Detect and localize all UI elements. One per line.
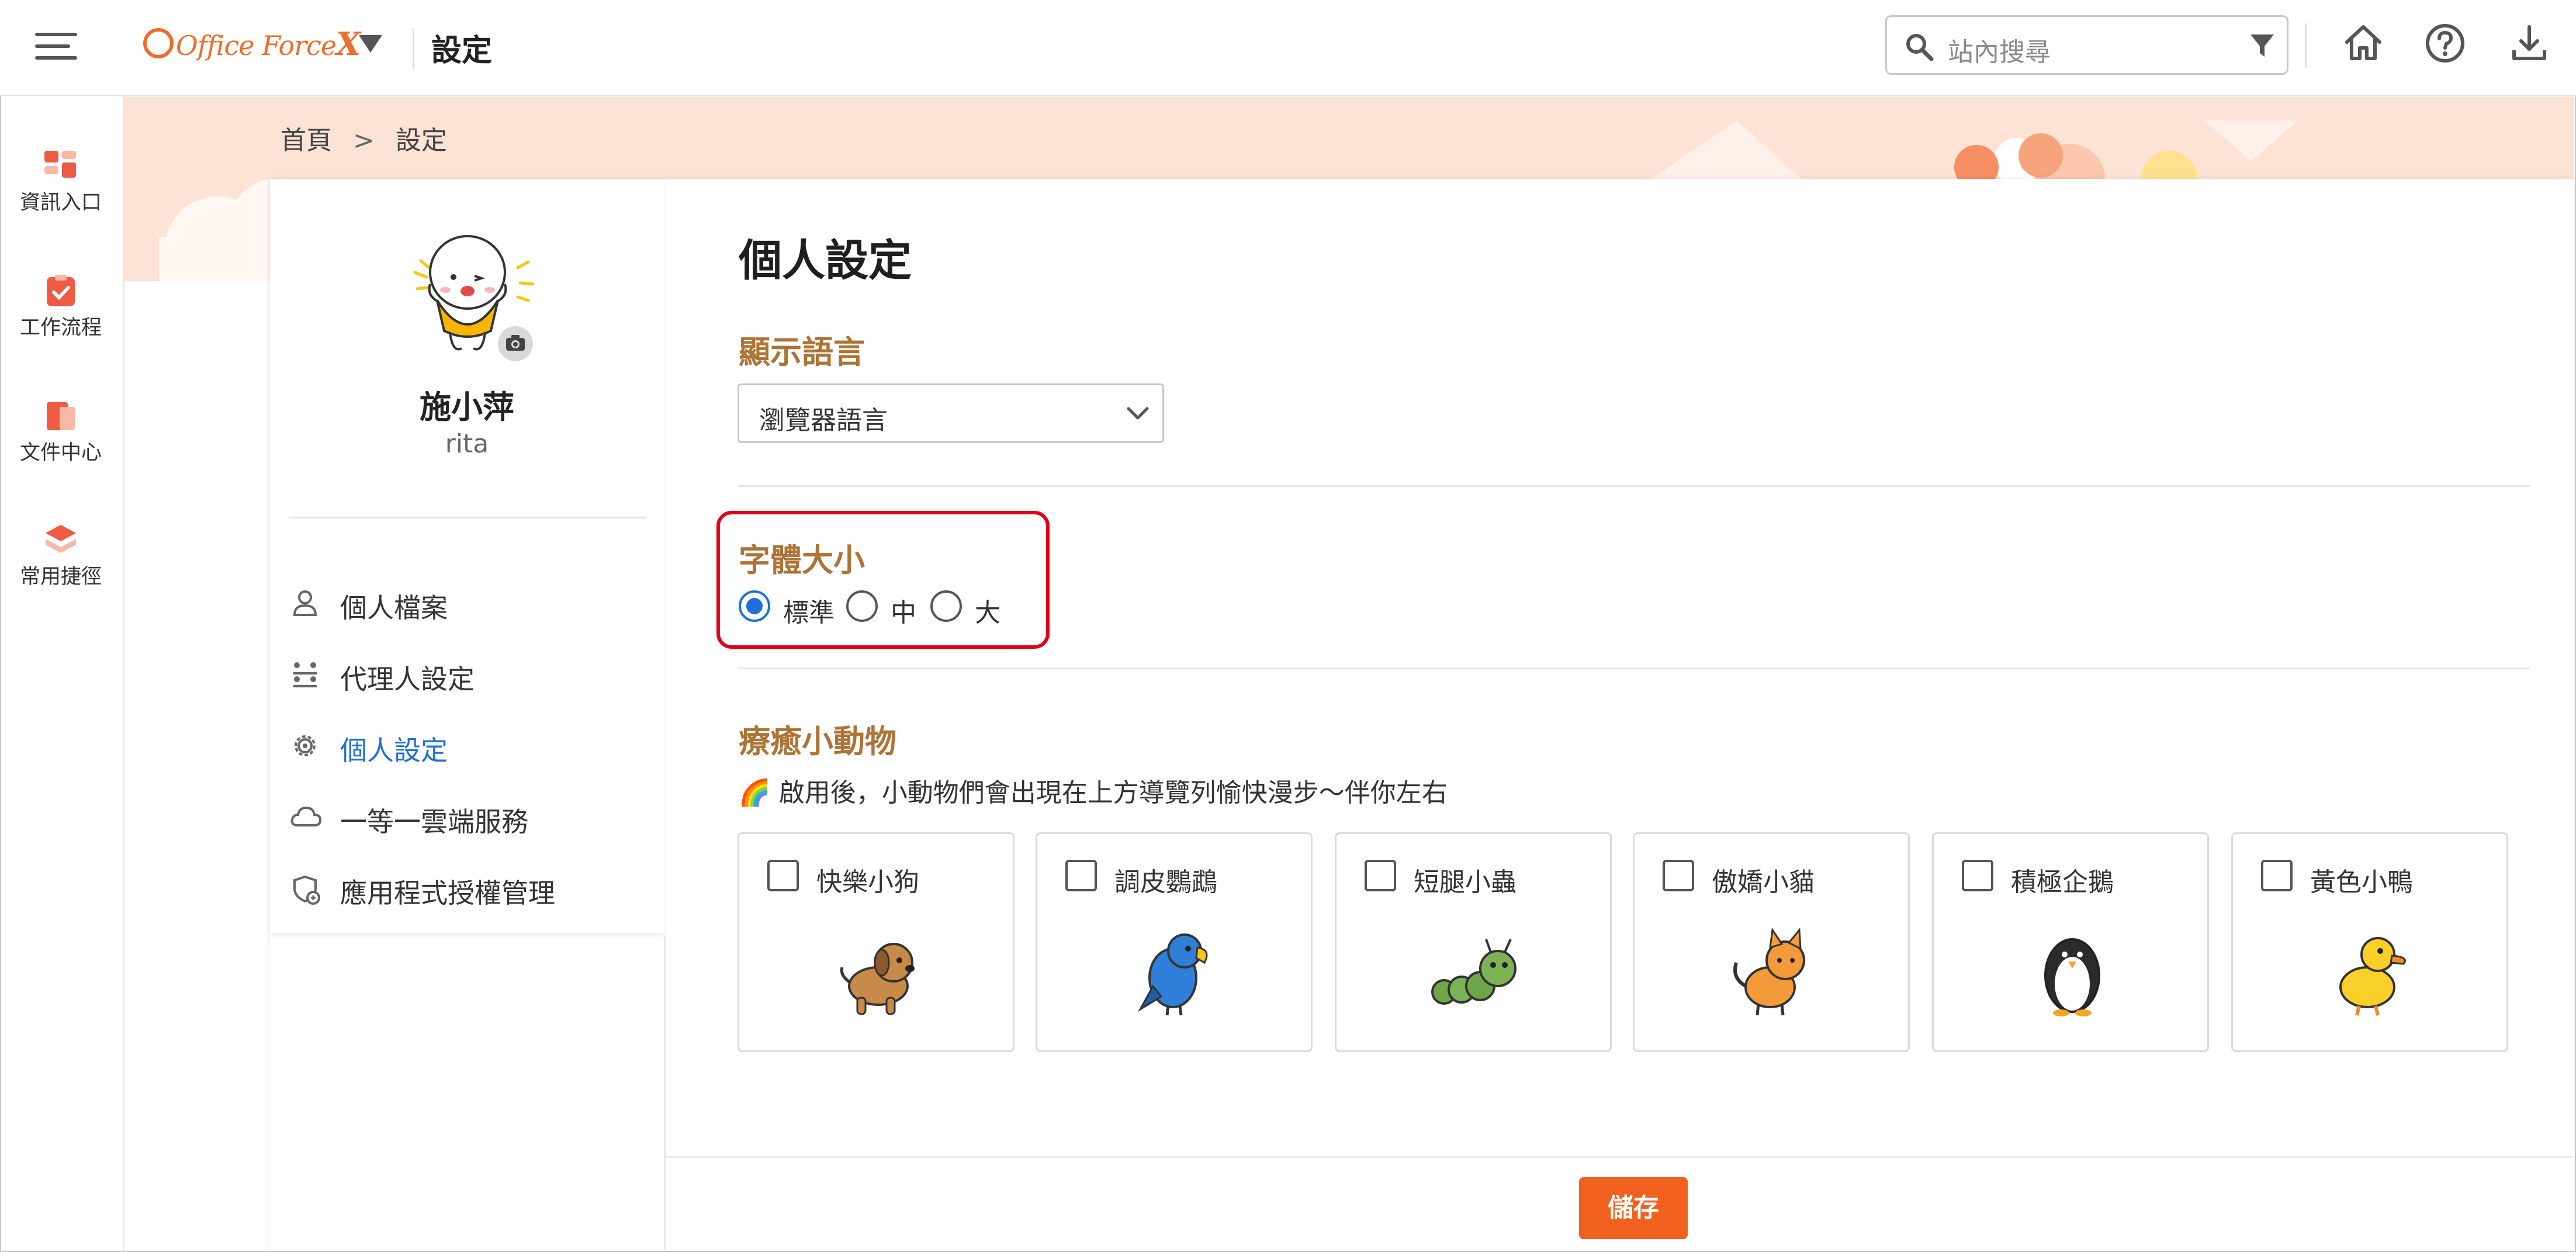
sidebar-item-documents[interactable]: 文件中心	[1, 399, 120, 466]
pet-label: 積極企鵝	[2011, 867, 2114, 897]
shortcut-icon	[46, 525, 76, 553]
search-placeholder: 站內搜尋	[1948, 37, 2051, 67]
language-select[interactable]: 瀏覽器語言	[738, 383, 1164, 443]
top-header: Office ForceX 設定 站內搜尋	[0, 0, 2576, 96]
penguin-icon	[2044, 938, 2100, 1016]
pet-checkbox[interactable]	[1065, 860, 1097, 891]
pet-label: 黃色小鴨	[2310, 867, 2413, 897]
pet-checkbox[interactable]	[1663, 860, 1694, 891]
pet-checkbox[interactable]	[1962, 860, 1993, 891]
document-icon	[47, 402, 75, 430]
search-icon	[1906, 34, 1934, 61]
header-divider-2	[2305, 23, 2307, 68]
logo-x: X	[336, 25, 361, 63]
sidebar-item-portal[interactable]: 資訊入口	[1, 148, 120, 216]
profile-divider	[289, 517, 646, 518]
nav-label: 代理人設定	[340, 663, 475, 695]
font-size-large-label[interactable]: 大	[975, 592, 1000, 629]
nav-item-cloud[interactable]: 一等一雲端服務	[290, 790, 652, 843]
pet-card-penguin[interactable]: 積極企鵝	[1932, 832, 2209, 1052]
pet-label: 快樂小狗	[816, 867, 919, 897]
workflow-icon	[47, 275, 75, 306]
duck-icon	[2339, 937, 2406, 1016]
nav-item-profile[interactable]: 個人檔案	[290, 576, 652, 629]
download-icon[interactable]	[2507, 21, 2551, 65]
nav-label: 應用程式授權管理	[340, 877, 555, 909]
help-icon[interactable]	[2423, 21, 2467, 65]
pet-card-parrot[interactable]: 調皮鸚鵡	[1036, 832, 1313, 1052]
home-icon[interactable]	[2341, 21, 2385, 65]
pet-label: 短腿小蟲	[1414, 867, 1516, 897]
nav-item-agent[interactable]: 代理人設定	[290, 648, 652, 700]
font-size-medium-radio[interactable]	[846, 590, 878, 622]
footer-divider	[665, 1156, 2574, 1158]
font-size-section-title: 字體大小	[739, 542, 865, 579]
font-size-standard-radio[interactable]	[739, 590, 770, 622]
caterpillar-icon	[1431, 939, 1516, 1005]
column-divider	[664, 935, 666, 1250]
breadcrumb-separator: >	[353, 126, 375, 155]
app-license-icon	[293, 875, 320, 905]
nav-item-personal-settings[interactable]: 個人設定	[290, 719, 652, 772]
logo-text: Office Force	[176, 30, 337, 61]
breadcrumb: 首頁 > 設定	[281, 119, 447, 157]
settings-title: 個人設定	[739, 236, 912, 286]
cloud-icon	[290, 806, 322, 826]
pet-checkbox[interactable]	[767, 860, 799, 891]
pet-card-caterpillar[interactable]: 短腿小蟲	[1335, 832, 1612, 1052]
sidebar-item-workflow[interactable]: 工作流程	[1, 274, 120, 341]
chevron-down-icon	[1127, 407, 1149, 420]
sidebar-item-label: 文件中心	[19, 441, 102, 465]
section-divider	[738, 485, 2530, 487]
caret-down-icon[interactable]	[358, 34, 383, 54]
nav-item-app-license[interactable]: 應用程式授權管理	[290, 862, 652, 914]
pet-card-dog[interactable]: 快樂小狗	[738, 832, 1015, 1052]
language-select-value: 瀏覽器語言	[759, 406, 888, 435]
pet-checkbox[interactable]	[2261, 860, 2293, 891]
agent-icon	[293, 662, 317, 687]
person-icon	[293, 590, 317, 616]
breadcrumb-current: 設定	[395, 126, 447, 155]
filter-icon[interactable]	[2249, 33, 2275, 59]
portal-icon	[44, 151, 76, 178]
sidebar-item-label: 工作流程	[19, 316, 102, 340]
pet-label: 傲嬌小貓	[1712, 867, 1815, 897]
logo[interactable]: Office ForceX	[143, 25, 361, 63]
section-divider	[738, 667, 2530, 669]
nav-label: 個人設定	[340, 735, 448, 766]
font-size-medium-label[interactable]: 中	[891, 592, 916, 629]
pet-label: 調皮鸚鵡	[1114, 867, 1217, 897]
user-name: 施小萍	[420, 389, 514, 426]
font-size-large-radio[interactable]	[930, 590, 962, 622]
dog-icon	[840, 943, 915, 1015]
page-heading: 設定	[431, 33, 493, 68]
pet-card-cat[interactable]: 傲嬌小貓	[1633, 832, 1910, 1052]
pet-card-duck[interactable]: 黃色小鴨	[2231, 832, 2508, 1052]
sidebar-item-label: 資訊入口	[19, 191, 102, 215]
left-sidebar: 資訊入口 工作流程 文件中心 常用捷徑	[1, 96, 124, 1251]
search-input[interactable]: 站內搜尋	[1885, 15, 2288, 75]
font-size-standard-label[interactable]: 標準	[783, 592, 835, 629]
sidebar-item-label: 常用捷徑	[19, 565, 102, 589]
gear-icon	[295, 735, 316, 756]
camera-icon[interactable]	[497, 325, 534, 362]
pets-section-title: 療癒小動物	[739, 723, 896, 760]
pets-description: 🌈 啟用後，小動物們會出現在上方導覽列愉快漫步～伴你左右	[739, 778, 1448, 808]
language-section-title: 顯示語言	[739, 334, 865, 371]
nav-label: 個人檔案	[340, 592, 448, 624]
parrot-icon	[1137, 933, 1208, 1016]
pet-checkbox[interactable]	[1365, 860, 1396, 891]
nav-label: 一等一雲端服務	[340, 806, 528, 838]
breadcrumb-home[interactable]: 首頁	[281, 126, 332, 155]
save-button[interactable]: 儲存	[1579, 1177, 1688, 1239]
logo-mark-icon	[143, 28, 174, 58]
cat-icon	[1733, 927, 1805, 1016]
header-divider	[413, 28, 414, 70]
user-account: rita	[445, 429, 489, 459]
sidebar-item-shortcuts[interactable]: 常用捷徑	[1, 523, 120, 590]
